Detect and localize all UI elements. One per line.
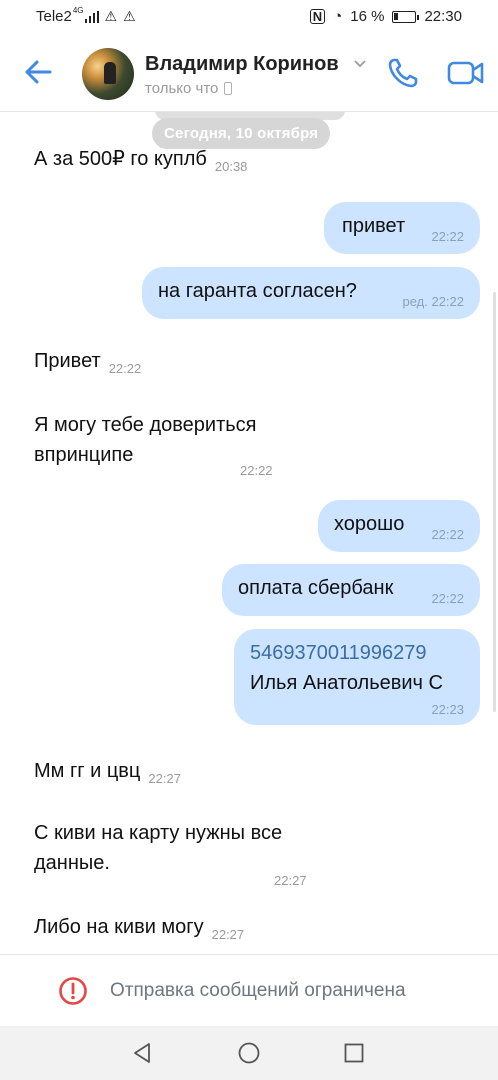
outgoing-message[interactable]: хорошо 22:22 bbox=[318, 500, 480, 552]
incoming-message[interactable]: Либо на киви могу 22:27 bbox=[34, 912, 244, 944]
error-circle-icon bbox=[59, 977, 87, 1005]
chat-header: Владимир Коринов только что bbox=[0, 34, 498, 112]
battery-icon bbox=[392, 10, 420, 23]
message-text: оплата сбербанк bbox=[238, 577, 394, 599]
message-time: 22:27 bbox=[148, 771, 181, 786]
presence-status: только что bbox=[145, 80, 233, 97]
message-text: Либо на киви могу bbox=[34, 916, 204, 938]
message-text: Привет bbox=[34, 350, 101, 372]
message-time: 22:22 bbox=[431, 229, 464, 244]
restriction-notice: Отправка сообщений ограничена bbox=[110, 980, 406, 1001]
incoming-message[interactable]: А за 500₽ го куплб 20:38 bbox=[34, 144, 247, 176]
status-bar: Tele2 4G ⚠ ⚠ N ◔ 16 % 22:30 bbox=[0, 0, 498, 34]
avatar[interactable] bbox=[82, 48, 134, 100]
network-type: 4G bbox=[72, 6, 84, 15]
mobile-icon bbox=[224, 82, 233, 95]
carrier-label: Tele2 bbox=[36, 8, 72, 25]
message-time: 22:22 bbox=[431, 591, 464, 606]
message-text: хорошо bbox=[334, 513, 405, 535]
nav-recent-apps-icon[interactable] bbox=[344, 1043, 364, 1063]
message-text: Мм гг и цвц bbox=[34, 760, 141, 782]
message-list[interactable]: Сегодня, 10 октября А за 500₽ го куплб 20… bbox=[0, 112, 498, 954]
warning-icon: ⚠ bbox=[104, 8, 118, 24]
outgoing-message[interactable]: на гаранта согласен? ред. 22:22 bbox=[142, 267, 480, 319]
phone-icon[interactable] bbox=[386, 56, 420, 90]
card-number-link[interactable]: 5469370011996279 bbox=[250, 642, 426, 665]
message-time: 22:22 bbox=[240, 463, 273, 478]
message-time: 22:27 bbox=[211, 927, 245, 942]
warning-icon-2: ⚠ bbox=[123, 8, 136, 24]
message-time: 22:22 bbox=[108, 361, 142, 376]
data-saver-icon: ◔ bbox=[333, 8, 343, 25]
back-arrow-icon[interactable] bbox=[22, 56, 54, 88]
message-text-line1: Я могу тебе довериться bbox=[34, 414, 257, 436]
message-text: А за 500₽ го куплб bbox=[34, 148, 207, 170]
scrollbar[interactable] bbox=[493, 292, 496, 712]
system-nav-bar bbox=[0, 1026, 498, 1080]
presence-label: только что bbox=[145, 80, 219, 97]
nav-back-icon[interactable] bbox=[131, 1042, 153, 1064]
video-call-icon[interactable] bbox=[447, 58, 485, 88]
chevron-down-icon[interactable] bbox=[354, 59, 366, 69]
nfc-icon: N bbox=[309, 9, 326, 24]
outgoing-message[interactable]: оплата сбербанк 22:22 bbox=[222, 564, 480, 616]
message-text-line1: С киви на карту нужны все bbox=[34, 822, 283, 844]
message-restricted-bar: Отправка сообщений ограничена bbox=[0, 954, 498, 1026]
nav-home-icon[interactable] bbox=[238, 1042, 260, 1064]
message-text: на гаранта согласен? bbox=[158, 280, 357, 302]
message-time: 22:27 bbox=[274, 873, 307, 888]
battery-percent: 16 % bbox=[350, 8, 385, 25]
incoming-message[interactable]: Я могу тебе довериться впринципе 22:22 bbox=[34, 410, 294, 480]
incoming-message[interactable]: С киви на карту нужны все данные. 22:27 bbox=[34, 818, 334, 888]
incoming-message[interactable]: Привет 22:22 bbox=[34, 346, 141, 378]
message-text: привет bbox=[342, 215, 406, 237]
message-time: 20:38 bbox=[214, 159, 248, 174]
clock: 22:30 bbox=[424, 8, 462, 25]
message-text: Илья Анатольевич С bbox=[250, 672, 443, 694]
signal-icon bbox=[84, 10, 99, 23]
message-time: 22:23 bbox=[431, 702, 464, 717]
outgoing-message[interactable]: 5469370011996279 Илья Анатольевич С 22:2… bbox=[234, 629, 480, 725]
incoming-message[interactable]: Мм гг и цвц 22:27 bbox=[34, 756, 181, 788]
message-time: 22:22 bbox=[431, 527, 464, 542]
outgoing-message[interactable]: привет 22:22 bbox=[324, 202, 480, 254]
contact-name[interactable]: Владимир Коринов bbox=[145, 53, 339, 76]
message-time: ред. 22:22 bbox=[402, 294, 464, 309]
